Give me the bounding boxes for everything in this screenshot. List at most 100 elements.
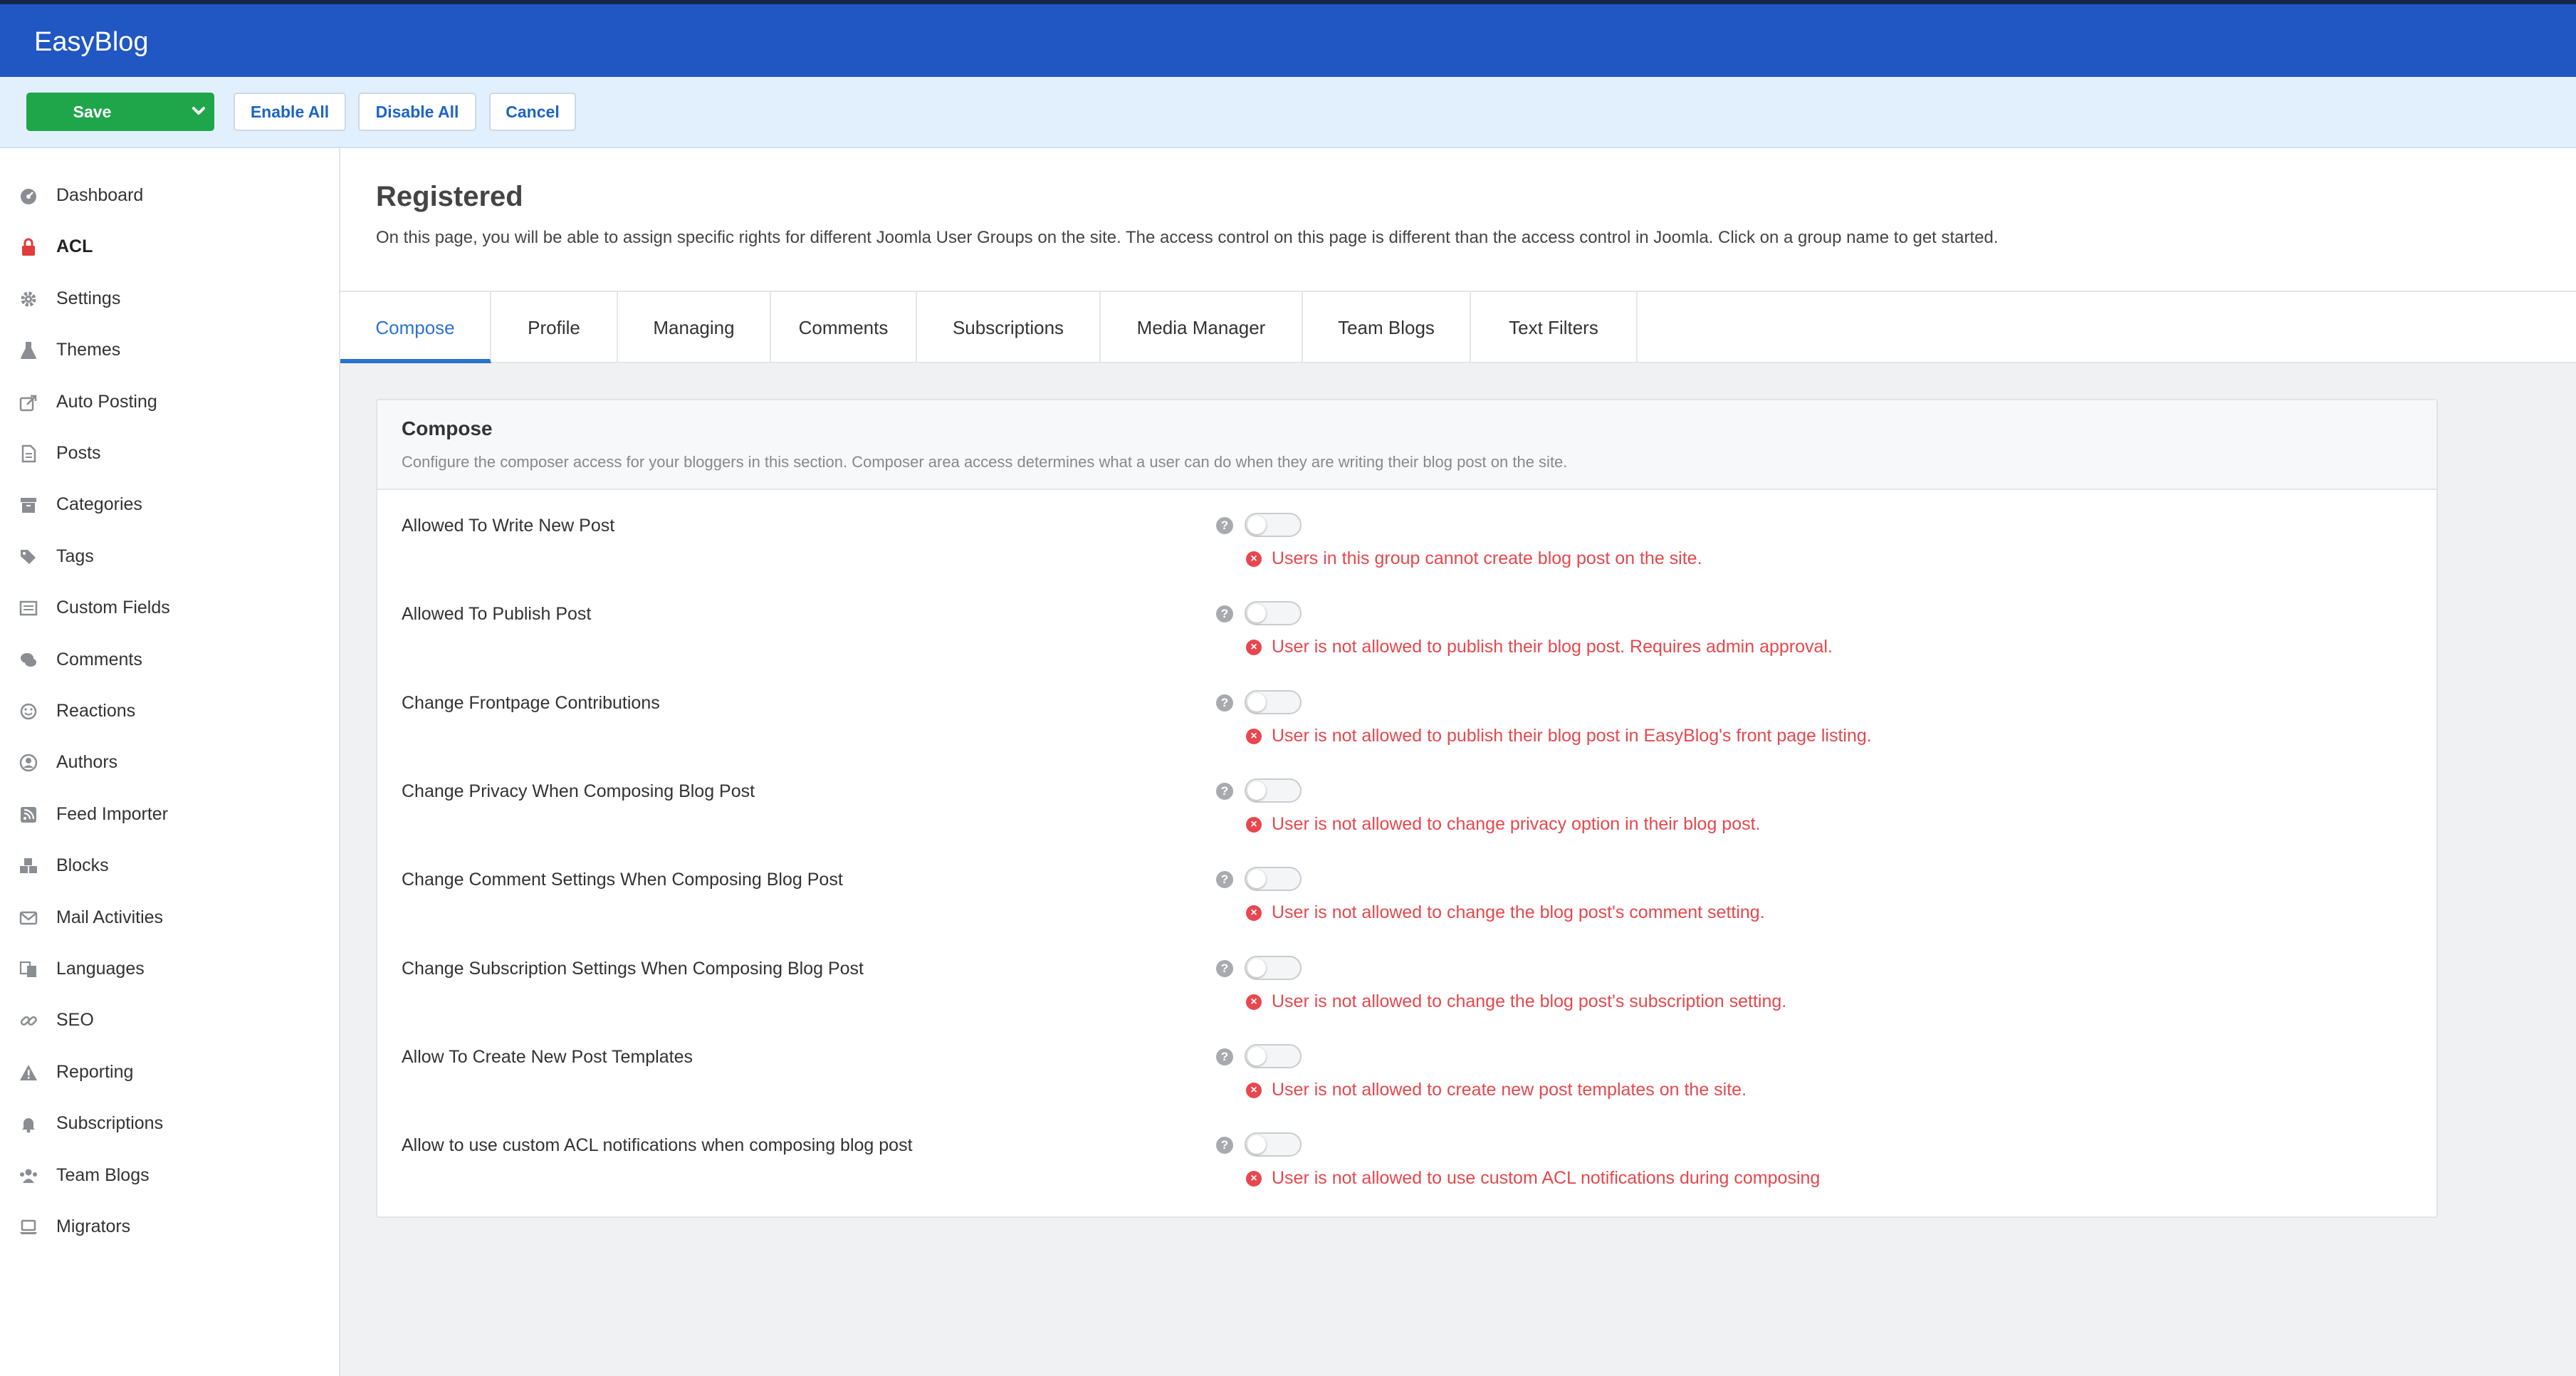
app-title[interactable]: EasyBlog [34, 27, 149, 58]
sidebar-item-label: Reactions [56, 701, 136, 721]
sidebar-item-label: Settings [56, 288, 121, 308]
tab-subscriptions[interactable]: Subscriptions [917, 292, 1101, 363]
sidebar-item-migrators[interactable]: Migrators [0, 1202, 340, 1253]
help-icon[interactable]: ? [1216, 959, 1233, 977]
help-icon[interactable]: ? [1216, 694, 1233, 712]
permission-toggle[interactable] [1245, 867, 1302, 892]
sidebar-item-feed-importer[interactable]: Feed Importer [0, 789, 340, 840]
disable-all-button[interactable]: Disable All [358, 93, 476, 131]
toggle-knob [1247, 1046, 1266, 1065]
sidebar-item-label: Subscriptions [56, 1113, 164, 1134]
envelope-icon [19, 911, 38, 924]
comments-icon [21, 652, 36, 667]
sidebar-item-subscriptions[interactable]: Subscriptions [0, 1098, 340, 1150]
sidebar-item-authors[interactable]: Authors [0, 737, 340, 788]
permission-row: Allowed To Write New Post? × Users in this… [377, 499, 2436, 587]
sidebar-item-comments[interactable]: Comments [0, 635, 340, 686]
permission-label: Change Subscription Settings When Compos… [402, 958, 864, 979]
link-icon [20, 1016, 37, 1026]
permission-toggle[interactable] [1245, 955, 1302, 980]
sidebar-item-settings[interactable]: Settings [0, 273, 340, 325]
sidebar-item-acl[interactable]: ACL [0, 221, 340, 273]
permission-row: Allow To Create New Post Templates? × User… [377, 1030, 2436, 1118]
sidebar-nav: Dashboard ACL Settings Themes Auto Posting Po… [0, 148, 340, 1376]
sidebar-item-team-blogs[interactable]: Team Blogs [0, 1150, 340, 1202]
permission-toggle[interactable] [1245, 513, 1302, 537]
warning-icon [20, 1064, 37, 1080]
permission-message: User is not allowed to publish their blo… [1272, 725, 1872, 746]
sidebar-item-posts[interactable]: Posts [0, 428, 340, 479]
permission-label: Allow To Create New Post Templates [402, 1046, 693, 1067]
permission-message: User is not allowed to change the blog p… [1272, 991, 1787, 1011]
sidebar-item-dashboard[interactable]: Dashboard [0, 170, 340, 221]
page-title: Registered [376, 181, 523, 212]
error-icon: × [1246, 728, 1262, 744]
smile-icon [20, 703, 37, 720]
tab-managing[interactable]: Managing [618, 292, 771, 363]
sidebar-item-tags[interactable]: Tags [0, 531, 340, 583]
user-circle-icon [19, 754, 38, 772]
permission-message: User is not allowed to publish their blo… [1272, 637, 1833, 657]
sidebar-item-label: Blocks [56, 855, 109, 876]
error-icon: × [1246, 816, 1262, 833]
help-icon[interactable]: ? [1216, 605, 1233, 623]
help-icon[interactable]: ? [1216, 782, 1233, 800]
permission-toggle[interactable] [1245, 689, 1302, 714]
tab-text-filters[interactable]: Text Filters [1471, 292, 1638, 363]
permission-message: User is not allowed to change privacy op… [1272, 813, 1761, 834]
sidebar-item-label: Migrators [56, 1216, 131, 1236]
save-button[interactable]: Save [26, 93, 214, 131]
permission-message: User is not allowed to use custom ACL no… [1272, 1168, 1821, 1189]
toggle-knob [1247, 1135, 1266, 1155]
tab-comments[interactable]: Comments [771, 292, 917, 363]
gear-icon [21, 291, 36, 307]
dashboard-icon [21, 189, 36, 204]
chevron-down-icon[interactable] [192, 104, 206, 118]
sidebar-item-seo[interactable]: SEO [0, 995, 340, 1046]
sidebar-item-blocks[interactable]: Blocks [0, 840, 340, 892]
sidebar-item-reporting[interactable]: Reporting [0, 1047, 340, 1098]
permission-toggle[interactable] [1245, 1043, 1302, 1068]
panel-description: Configure the composer access for your b… [402, 453, 1568, 471]
sidebar-item-label: Languages [56, 959, 145, 979]
permission-row: Change Frontpage Contributions? × User is … [377, 676, 2436, 764]
toggle-knob [1247, 870, 1266, 889]
tab-profile[interactable]: Profile [491, 292, 618, 363]
toggle-knob [1247, 516, 1266, 534]
tags-icon [21, 549, 36, 564]
help-icon[interactable]: ? [1216, 871, 1233, 889]
users-icon [20, 1169, 37, 1183]
error-icon: × [1246, 994, 1262, 1010]
help-icon[interactable]: ? [1216, 517, 1233, 534]
help-icon[interactable]: ? [1216, 1137, 1233, 1155]
tab-team-blogs[interactable]: Team Blogs [1303, 292, 1471, 363]
permission-toggle[interactable] [1245, 601, 1302, 626]
sidebar-item-label: Mail Activities [56, 907, 164, 927]
flask-icon [21, 342, 36, 360]
permission-row: Change Subscription Settings When Compos… [377, 942, 2436, 1030]
error-icon: × [1246, 640, 1262, 656]
error-icon: × [1246, 1171, 1262, 1187]
tab-media-manager[interactable]: Media Manager [1101, 292, 1303, 363]
compose-panel: Compose Configure the composer access fo… [376, 399, 2438, 1218]
sidebar-item-custom-fields[interactable]: Custom Fields [0, 583, 340, 634]
panel-header: Compose Configure the composer access fo… [377, 400, 2436, 490]
sidebar-item-themes[interactable]: Themes [0, 325, 340, 376]
sidebar-item-languages[interactable]: Languages [0, 944, 340, 995]
permission-label: Change Privacy When Composing Blog Post [402, 781, 755, 801]
sidebar-item-label: Team Blogs [56, 1164, 150, 1185]
tab-compose[interactable]: Compose [340, 292, 491, 363]
cubes-icon [20, 858, 37, 874]
permission-toggle[interactable] [1245, 778, 1302, 803]
permission-message: Users in this group cannot create blog p… [1272, 548, 1702, 568]
enable-all-button[interactable]: Enable All [234, 93, 346, 131]
sidebar-item-auto-posting[interactable]: Auto Posting [0, 377, 340, 428]
sidebar-item-mail-activities[interactable]: Mail Activities [0, 892, 340, 944]
acl-tabs: Compose Profile Managing Comments Subscripti… [340, 291, 2576, 363]
cancel-button[interactable]: Cancel [489, 93, 576, 131]
sidebar-item-reactions[interactable]: Reactions [0, 686, 340, 737]
sidebar-item-categories[interactable]: Categories [0, 479, 340, 531]
toggle-knob [1247, 781, 1266, 800]
permission-toggle[interactable] [1245, 1132, 1302, 1157]
help-icon[interactable]: ? [1216, 1048, 1233, 1065]
